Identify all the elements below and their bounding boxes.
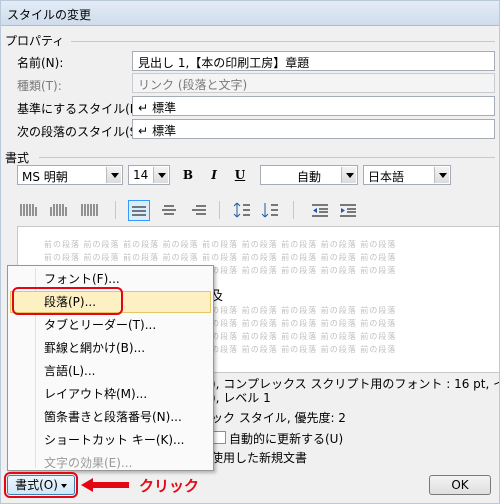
font-size-value: 14	[133, 168, 149, 182]
auto-update-label: 自動的に更新する(U)	[229, 432, 344, 446]
align-right-icon	[192, 205, 206, 215]
chevron-down-icon[interactable]	[153, 167, 168, 183]
format-section-label: 書式	[5, 151, 30, 165]
modify-style-dialog: スタイルの変更 プロパティ 名前(N): 見出し 1,【本の印刷工房】章題 種類…	[0, 0, 500, 504]
font-color-value: 自動	[296, 170, 321, 184]
name-label: 名前(N):	[17, 56, 64, 70]
dialog-title: スタイルの変更	[7, 8, 92, 22]
align-right-button[interactable]	[188, 200, 210, 221]
line-spacing-increase-button[interactable]	[231, 200, 253, 221]
bold-button[interactable]: B	[177, 165, 199, 186]
paragraph-return-icon: ↵	[138, 101, 149, 115]
indent-icon	[340, 204, 356, 217]
preview-prev-paragraph: 前の段落 前の段落 前の段落 前の段落 前の段落 前の段落 前の段落 前の段落 …	[44, 253, 397, 262]
menu-item-frame[interactable]: レイアウト枠(M)...	[10, 383, 211, 405]
font-color-combo[interactable]: 自動	[260, 165, 358, 185]
title-bar: スタイルの変更	[1, 1, 499, 26]
paragraph-highlight-box	[12, 287, 123, 315]
ok-button[interactable]: OK	[429, 475, 491, 495]
align-justify-icon	[132, 206, 146, 216]
line-spacing-decrease-button[interactable]	[259, 200, 281, 221]
toolbar-divider	[293, 201, 294, 219]
next-style-label: 次の段落のスタイル(S):	[17, 125, 147, 139]
italic-button[interactable]: I	[203, 165, 225, 186]
menu-item-shortcut-key[interactable]: ショートカット キー(K)...	[10, 429, 211, 451]
left-arrow-icon	[81, 478, 129, 492]
font-value: MS 明朝	[22, 170, 68, 184]
toolbar-divider	[115, 201, 116, 219]
new-documents-option-label: 使用した新規文書	[211, 451, 308, 465]
font-size-combo[interactable]: 14	[128, 165, 170, 185]
next-style-select[interactable]: ↵ 標準	[132, 119, 495, 139]
line-spacing-icon	[261, 203, 278, 218]
outdent-icon	[312, 204, 328, 217]
click-annotation: クリック	[139, 477, 200, 495]
name-input[interactable]: 見出し 1,【本の印刷工房】章題	[132, 51, 495, 71]
menu-item-language[interactable]: 言語(L)...	[10, 360, 211, 382]
style-description-line: ック スタイル, 優先度: 2	[211, 411, 346, 425]
font-combo[interactable]: MS 明朝	[17, 165, 123, 185]
align-center-button[interactable]	[158, 200, 180, 221]
increase-indent-button[interactable]	[337, 200, 359, 221]
menu-item-text-effects: 文字の効果(E)...	[44, 456, 133, 470]
name-value: 見出し 1,【本の印刷工房】章題	[138, 56, 310, 70]
language-value: 日本語	[368, 170, 405, 184]
format-divider	[39, 157, 495, 158]
chevron-down-icon[interactable]	[106, 167, 121, 183]
paragraph-return-icon: ↵	[138, 124, 149, 138]
auto-update-checkbox[interactable]	[213, 431, 226, 444]
next-style-value: 標準	[152, 124, 177, 138]
base-style-select[interactable]: ↵ 標準	[132, 96, 495, 116]
type-value: リンク (段落と文字)	[138, 78, 248, 92]
style-description-line: ), レベル 1	[211, 391, 271, 405]
chevron-down-icon[interactable]	[434, 167, 449, 183]
line-spacing-icon	[233, 202, 250, 218]
chevron-down-icon[interactable]	[341, 167, 356, 183]
underline-button[interactable]: U	[229, 165, 251, 186]
toolbar-divider	[219, 201, 220, 219]
menu-item-borders[interactable]: 罫線と網かけ(B)...	[10, 337, 211, 359]
menu-item-tabs[interactable]: タブとリーダー(T)...	[10, 314, 211, 336]
format-button-highlight-box	[4, 472, 78, 498]
decrease-indent-button[interactable]	[309, 200, 331, 221]
type-select: リンク (段落と文字)	[132, 73, 495, 93]
properties-divider	[71, 41, 495, 42]
align-center-icon	[162, 205, 176, 215]
base-style-value: 標準	[152, 101, 177, 115]
type-label: 種類(T):	[17, 79, 62, 93]
preview-prev-paragraph: 前の段落 前の段落 前の段落 前の段落 前の段落 前の段落 前の段落 前の段落 …	[44, 240, 397, 249]
base-style-label: 基準にするスタイル(B):	[17, 102, 147, 116]
vertical-text-icons	[20, 204, 98, 216]
menu-item-numbering[interactable]: 箇条書きと段落番号(N)...	[10, 406, 211, 428]
properties-section-label: プロパティ	[5, 34, 65, 48]
align-justify-button[interactable]	[128, 200, 150, 221]
language-combo[interactable]: 日本語	[363, 165, 451, 185]
